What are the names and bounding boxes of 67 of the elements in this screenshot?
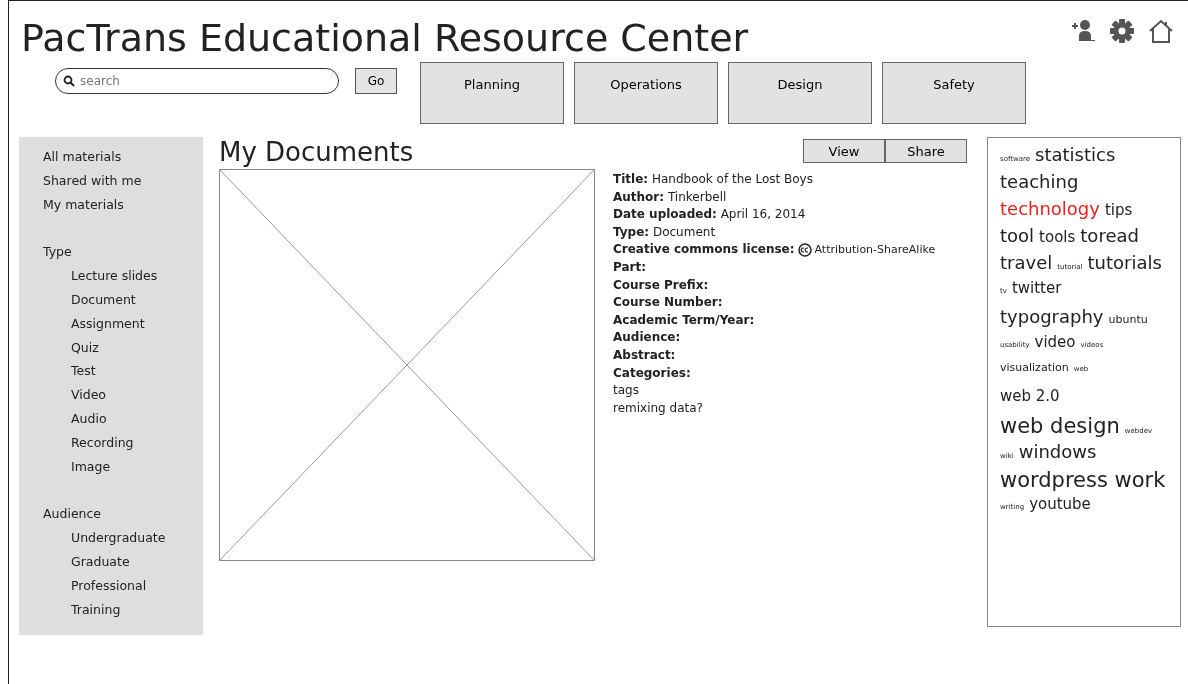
sidebar-subitem[interactable]: Professional [43,573,203,598]
metadata-line: Academic Term/Year: [613,311,756,329]
sidebar-item[interactable]: My materials [43,192,203,217]
search-field[interactable]: search [55,68,339,94]
nav-tab[interactable]: Planning [420,62,564,124]
tag-link[interactable]: youtube [1029,497,1091,512]
tag-link[interactable]: travel [1000,254,1053,272]
tag-link[interactable]: twitter [1011,281,1062,296]
section-heading: My Documents [219,137,414,167]
metadata-line: Title: Handbook of the Lost Boys [613,171,814,188]
sidebar-subitem[interactable]: Graduate [43,549,203,574]
sidebar-subitem[interactable]: Test [43,359,203,384]
tag-link[interactable]: tutorials [1087,254,1162,272]
home-icon[interactable] [1148,19,1174,43]
metadata-note: tags [613,382,640,400]
metadata-line: Type: Document [613,223,717,241]
action-button[interactable]: Share [885,139,967,163]
settings-icon[interactable] [1110,19,1134,43]
nav-tab[interactable]: Operations [574,62,718,124]
sidebar-subitem[interactable]: Recording [43,430,203,455]
metadata-line: Author: Tinkerbell [613,188,728,206]
action-button[interactable]: View [803,139,885,163]
tag-link[interactable]: ubuntu [1108,314,1148,325]
tag-link[interactable]: tools [1039,230,1076,245]
sidebar-subitem[interactable]: Quiz [43,335,203,360]
metadata-line: Course Number: [613,294,724,312]
tag-link[interactable]: teaching [1000,173,1079,191]
page-title: PacTrans Educational Resource Center [21,15,749,61]
tag-link[interactable]: technology [1000,200,1100,218]
tag-link[interactable]: statistics [1035,146,1116,164]
sidebar-subitem[interactable]: Document [43,288,203,312]
sidebar-subitem[interactable]: Assignment [43,311,203,336]
metadata-line: Audience: [613,329,682,347]
tag-link[interactable]: tips [1104,203,1133,218]
tag-link[interactable]: tool [1000,227,1035,245]
metadata-line: Course Prefix: [613,276,710,294]
nav-tab[interactable]: Design [728,62,872,124]
add-user-icon[interactable] [1070,19,1096,41]
tag-link[interactable]: typography [1000,308,1104,326]
metadata-label: Creative commons license: [613,241,795,259]
tag-link[interactable]: windows [1018,443,1097,461]
tag-link[interactable]: visualization [1000,362,1069,373]
sidebar-subitem[interactable]: Image [43,454,203,479]
sidebar-subitem[interactable]: Training [43,597,203,622]
go-button[interactable]: Go [355,68,397,94]
sidebar-subitem[interactable]: Lecture slides [43,264,203,288]
sidebar-subitem[interactable]: Audio [43,406,203,431]
sidebar-item[interactable]: Audience [43,502,203,527]
license-name: Attribution-ShareAlike [814,242,936,259]
creative-commons-icon [797,243,812,258]
metadata-line: Abstract: [613,346,677,364]
tag-link[interactable]: web 2.0 [1000,389,1060,404]
sidebar-item[interactable]: Shared with me [43,168,203,193]
tag-link[interactable]: toread [1080,227,1139,245]
sidebar-item[interactable]: All materials [43,145,203,169]
nav-tab[interactable]: Safety [882,62,1026,124]
metadata-note: remixing data? [613,399,704,417]
sidebar-item[interactable]: Type [43,240,203,265]
metadata-line: Categories: [613,364,692,382]
search-icon [63,75,75,87]
tag-link[interactable]: wordpress work [1000,470,1166,491]
metadata-line: Part: [613,258,648,276]
sidebar-subitem[interactable]: Undergraduate [43,526,203,550]
tag-link[interactable]: video [1034,335,1076,350]
tag-link[interactable]: web design [1000,416,1120,437]
sidebar-subitem[interactable]: Video [43,383,203,407]
metadata-line: Date uploaded: April 16, 2014 [613,206,807,224]
